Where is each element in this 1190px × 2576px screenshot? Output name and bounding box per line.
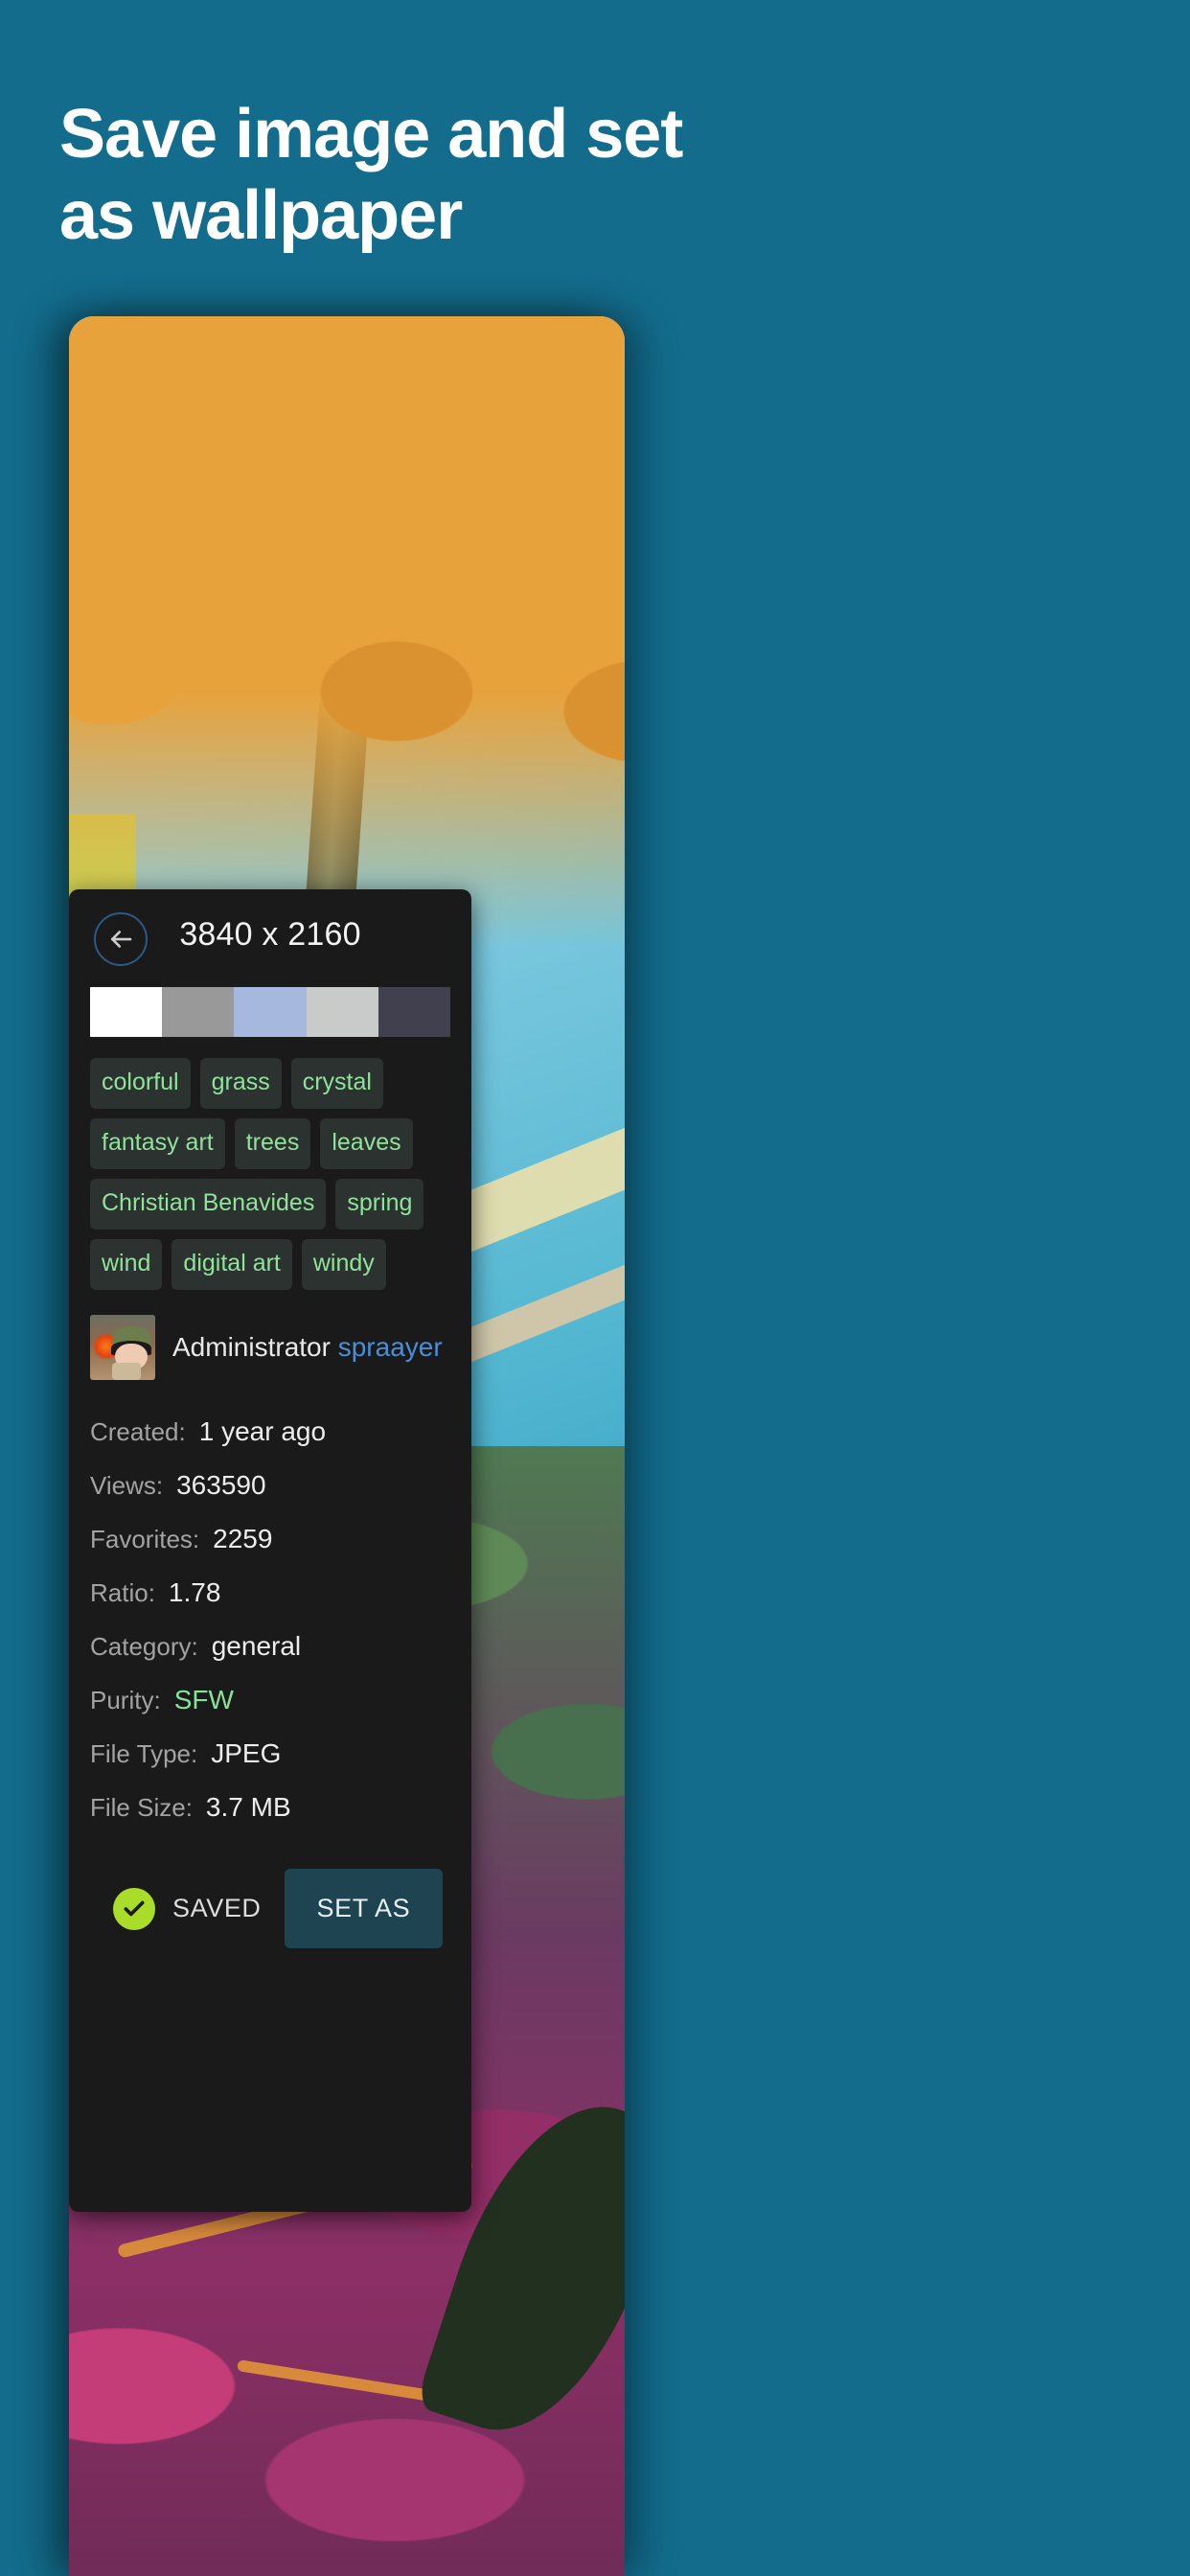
metadata-value: general: [211, 1631, 302, 1661]
metadata-row: Ratio: 1.78: [90, 1577, 450, 1608]
metadata-label: Created:: [90, 1417, 186, 1446]
palette-swatch[interactable]: [378, 987, 450, 1037]
metadata-row: Favorites: 2259: [90, 1524, 450, 1554]
palette-swatch[interactable]: [90, 987, 163, 1037]
metadata-value: 2259: [213, 1524, 273, 1553]
wallpaper-canopy: [69, 316, 625, 950]
metadata-label: Views:: [90, 1471, 164, 1500]
metadata-row: Purity: SFW: [90, 1685, 450, 1715]
tag-chip[interactable]: colorful: [90, 1058, 191, 1109]
tag-chip[interactable]: leaves: [320, 1118, 413, 1169]
metadata-value: JPEG: [211, 1738, 282, 1768]
image-details-dialog: 3840 x 2160 colorful grass crystal fanta…: [69, 889, 471, 2212]
saved-button[interactable]: SAVED: [113, 1887, 262, 1930]
metadata-label: File Size:: [90, 1793, 193, 1822]
dialog-header: 3840 x 2160: [69, 889, 471, 987]
dialog-actions: SAVED SET AS: [69, 1823, 471, 1948]
palette-swatch[interactable]: [234, 987, 307, 1037]
palette-swatch[interactable]: [306, 987, 378, 1037]
metadata-row: Views: 363590: [90, 1470, 450, 1501]
tag-chip[interactable]: spring: [335, 1179, 424, 1230]
metadata-value: 1 year ago: [198, 1416, 327, 1446]
uploader-row: Administrator spraayer: [69, 1290, 471, 1380]
palette-swatch[interactable]: [162, 987, 235, 1037]
page-title: Save image and set as wallpaper: [59, 96, 683, 254]
metadata-row: File Size: 3.7 MB: [90, 1792, 450, 1823]
check-icon: [124, 1900, 145, 1916]
metadata-row: Created: 1 year ago: [90, 1416, 450, 1447]
tag-chip[interactable]: digital art: [172, 1239, 292, 1290]
saved-label: SAVED: [172, 1894, 262, 1922]
metadata-label: Category:: [90, 1632, 198, 1661]
purity-value: SFW: [173, 1685, 234, 1714]
resolution-label: 3840 x 2160: [179, 916, 361, 953]
phone-mockup: 3840 x 2160 colorful grass crystal fanta…: [69, 316, 625, 2576]
metadata-value: 1.78: [168, 1577, 221, 1607]
check-circle-icon: [113, 1887, 155, 1930]
metadata-value: 363590: [176, 1470, 266, 1500]
set-as-button[interactable]: SET AS: [284, 1869, 444, 1948]
uploader-text: Administrator spraayer: [172, 1332, 443, 1363]
tag-chip[interactable]: trees: [234, 1118, 311, 1169]
tag-chip[interactable]: crystal: [290, 1058, 383, 1109]
tag-chip[interactable]: grass: [199, 1058, 282, 1109]
color-palette: [90, 987, 450, 1037]
metadata-row: Category: general: [90, 1631, 450, 1662]
tag-chip[interactable]: wind: [90, 1239, 163, 1290]
tag-chip[interactable]: Christian Benavides: [90, 1179, 327, 1230]
metadata-value: 3.7 MB: [205, 1792, 291, 1822]
tag-chip[interactable]: fantasy art: [90, 1118, 225, 1169]
uploader-role: Administrator: [172, 1332, 331, 1362]
metadata-list: Created: 1 year ago Views: 363590 Favori…: [69, 1380, 471, 1823]
metadata-row: File Type: JPEG: [90, 1738, 450, 1769]
metadata-label: Purity:: [90, 1686, 161, 1714]
tag-chip[interactable]: windy: [301, 1239, 386, 1290]
metadata-label: File Type:: [90, 1739, 198, 1768]
avatar-mug: [112, 1363, 142, 1380]
metadata-label: Favorites:: [90, 1525, 200, 1553]
tag-list: colorful grass crystal fantasy art trees…: [69, 1037, 471, 1290]
avatar[interactable]: [90, 1315, 155, 1380]
metadata-label: Ratio:: [90, 1578, 155, 1607]
uploader-name[interactable]: spraayer: [338, 1332, 443, 1362]
